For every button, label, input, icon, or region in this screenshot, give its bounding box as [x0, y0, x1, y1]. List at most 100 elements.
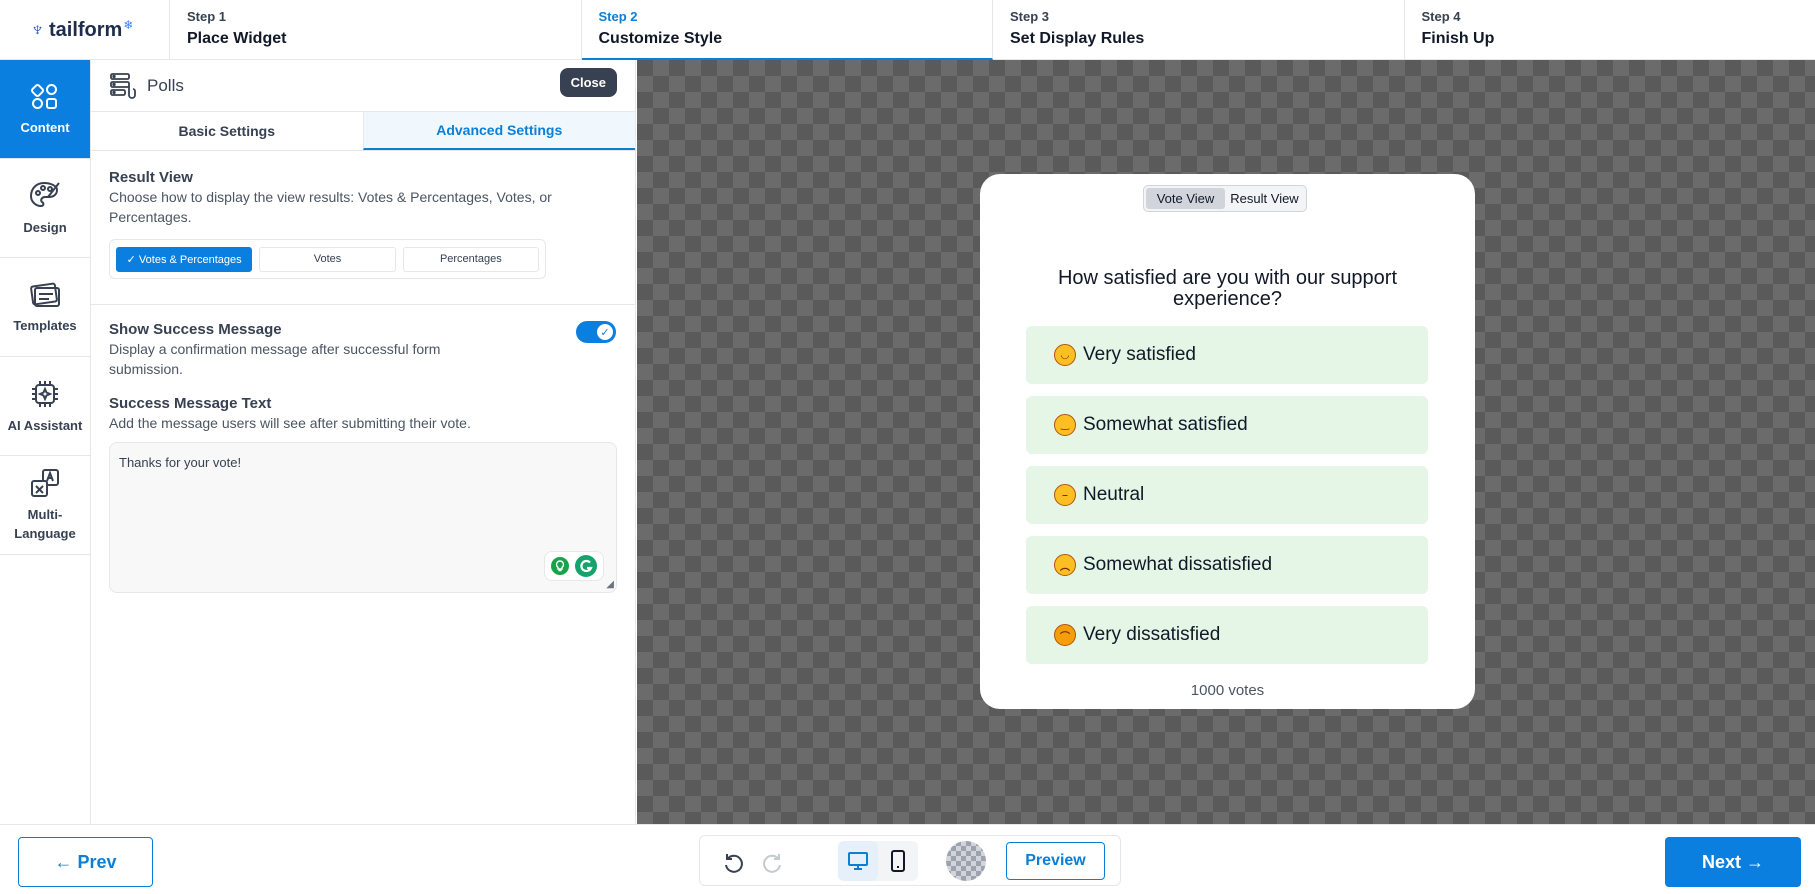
sidebar-item-label: Templates: [13, 317, 77, 333]
result-view-description: Choose how to display the view results: …: [109, 189, 552, 225]
option-votes[interactable]: Votes: [259, 246, 396, 272]
success-text-section: Success Message Text Add the message use…: [91, 379, 635, 593]
sidebar-item-design[interactable]: Design: [0, 159, 90, 258]
panel-title: Polls: [147, 75, 184, 95]
assistant-tools: [544, 551, 604, 581]
redo-icon: [763, 853, 781, 873]
option-label: Somewhat dissatisfied: [1083, 554, 1273, 575]
brand-logo[interactable]: ♆ tailform ❄: [0, 0, 170, 60]
desktop-icon: [848, 851, 868, 870]
step-name: Set Display Rules: [1010, 30, 1145, 47]
background-transparency-toggle[interactable]: [946, 840, 986, 881]
poll-options: ◡ Very satisfied ‿ Somewhat satisfied – …: [1026, 326, 1428, 676]
result-view-selector: ✓ Votes & Percentages Votes Percentages: [109, 239, 546, 279]
desktop-view-button[interactable]: [838, 840, 878, 881]
slight-smile-icon: ‿: [1054, 414, 1076, 436]
grid-shapes-icon: [30, 83, 57, 109]
tailform-logo-icon: ♆: [30, 18, 45, 41]
poll-option-neutral[interactable]: – Neutral: [1026, 466, 1428, 524]
success-message-textarea[interactable]: Thanks for your vote! ◢: [109, 442, 617, 593]
sidebar-item-label: Design: [23, 219, 67, 235]
poll-option-somewhat-dissatisfied[interactable]: ︵ Somewhat dissatisfied: [1026, 536, 1428, 594]
success-message-toggle[interactable]: ✓: [576, 321, 616, 343]
settings-panel: Polls Close Basic Settings Advanced Sett…: [91, 60, 636, 824]
poll-option-somewhat-satisfied[interactable]: ‿ Somewhat satisfied: [1026, 396, 1428, 454]
sidebar-item-label: Content: [20, 119, 70, 135]
success-message-label: Show Success Message: [109, 321, 282, 338]
poll-widget: Vote View Result View How satisfied are …: [980, 174, 1475, 709]
textarea-value: Thanks for your vote!: [119, 455, 242, 470]
sidebar-item-ai-assistant[interactable]: AI Assistant: [0, 357, 90, 456]
view-switch: Vote View Result View: [1143, 185, 1307, 212]
check-icon: ✓: [597, 324, 613, 340]
sidebar-item-label: AI Assistant: [7, 417, 83, 433]
step-number: Step 1: [187, 9, 227, 24]
next-button[interactable]: Next →: [1665, 837, 1801, 887]
top-bar: ♆ tailform ❄ Step 1 Place Widget Step 2 …: [0, 0, 1815, 60]
step-number: Step 3: [1010, 9, 1050, 24]
success-message-section: Show Success Message Display a confirmat…: [91, 305, 635, 379]
slight-frown-icon: ︵: [1054, 554, 1076, 576]
sidebar-item-content[interactable]: Content: [0, 60, 90, 159]
poll-question: How satisfied are you with our support e…: [1057, 267, 1398, 310]
redo-button[interactable]: [754, 841, 794, 881]
angry-face-icon: ⌒: [1054, 624, 1076, 646]
tab-advanced-settings[interactable]: Advanced Settings: [362, 112, 635, 150]
option-label: Somewhat satisfied: [1083, 414, 1248, 435]
option-label: Very dissatisfied: [1083, 624, 1221, 645]
snowflake-icon: ❄: [123, 18, 134, 32]
palette-icon: [29, 181, 60, 207]
vote-count: 1000 votes: [1190, 682, 1265, 699]
step-2[interactable]: Step 2 Customize Style: [581, 0, 993, 60]
option-percentages[interactable]: Percentages: [402, 246, 539, 272]
settings-tabs: Basic Settings Advanced Settings: [91, 111, 635, 151]
translate-icon: [31, 469, 59, 497]
preview-canvas: Vote View Result View How satisfied are …: [637, 60, 1815, 824]
step-4[interactable]: Step 4 Finish Up: [1405, 0, 1815, 60]
tab-result-view[interactable]: Result View: [1225, 188, 1304, 209]
prev-button[interactable]: ← Prev: [18, 837, 153, 887]
grammarly-icon[interactable]: [574, 554, 598, 578]
close-button[interactable]: Close: [559, 68, 617, 97]
poll-list-icon: [110, 72, 136, 99]
mobile-icon: [891, 849, 905, 872]
success-text-label: Success Message Text: [109, 395, 272, 412]
neutral-face-icon: –: [1054, 484, 1076, 506]
step-name: Finish Up: [1421, 30, 1495, 47]
step-name: Place Widget: [187, 30, 287, 47]
step-number: Step 4: [1421, 9, 1461, 24]
step-1[interactable]: Step 1 Place Widget: [170, 0, 582, 60]
preview-button[interactable]: Preview: [1006, 841, 1105, 880]
editor-toolbar: Preview: [699, 835, 1121, 886]
brand-name: tailform: [49, 18, 123, 41]
result-view-label: Result View: [109, 169, 193, 186]
sidebar-item-label: Multi-Language: [14, 507, 76, 541]
result-view-section: Result View Choose how to display the vi…: [91, 151, 635, 279]
poll-option-very-satisfied[interactable]: ◡ Very satisfied: [1026, 326, 1428, 384]
undo-button[interactable]: [712, 841, 752, 881]
step-3[interactable]: Step 3 Set Display Rules: [993, 0, 1405, 60]
device-switch: [838, 840, 918, 881]
undo-icon: [725, 853, 743, 873]
success-message-description: Display a confirmation message after suc…: [109, 341, 441, 377]
resize-handle-icon[interactable]: ◢: [606, 579, 614, 590]
step-name: Customize Style: [598, 30, 723, 47]
lightbulb-icon[interactable]: [550, 556, 570, 576]
chip-sparkle-icon: [32, 380, 58, 407]
option-label: Very satisfied: [1083, 344, 1196, 365]
step-number: Step 2: [598, 9, 638, 24]
smiling-face-icon: ◡: [1054, 344, 1076, 366]
templates-icon: [30, 282, 60, 307]
success-text-description: Add the message users will see after sub…: [109, 415, 471, 431]
panel-header: Polls Close: [91, 60, 635, 111]
option-votes-percentages[interactable]: ✓ Votes & Percentages: [116, 246, 253, 272]
sidebar-item-templates[interactable]: Templates: [0, 258, 90, 357]
option-label: Neutral: [1083, 484, 1145, 505]
poll-option-very-dissatisfied[interactable]: ⌒ Very dissatisfied: [1026, 606, 1428, 664]
mobile-view-button[interactable]: [878, 841, 918, 881]
bottom-bar: ← Prev Preview Next →: [0, 824, 1815, 894]
sidebar-item-multi-language[interactable]: Multi-Language: [0, 456, 90, 555]
sidebar-rail: Content Design Templates AI Assistant Mu…: [0, 60, 91, 824]
tab-basic-settings[interactable]: Basic Settings: [91, 112, 363, 150]
tab-vote-view[interactable]: Vote View: [1146, 188, 1225, 209]
